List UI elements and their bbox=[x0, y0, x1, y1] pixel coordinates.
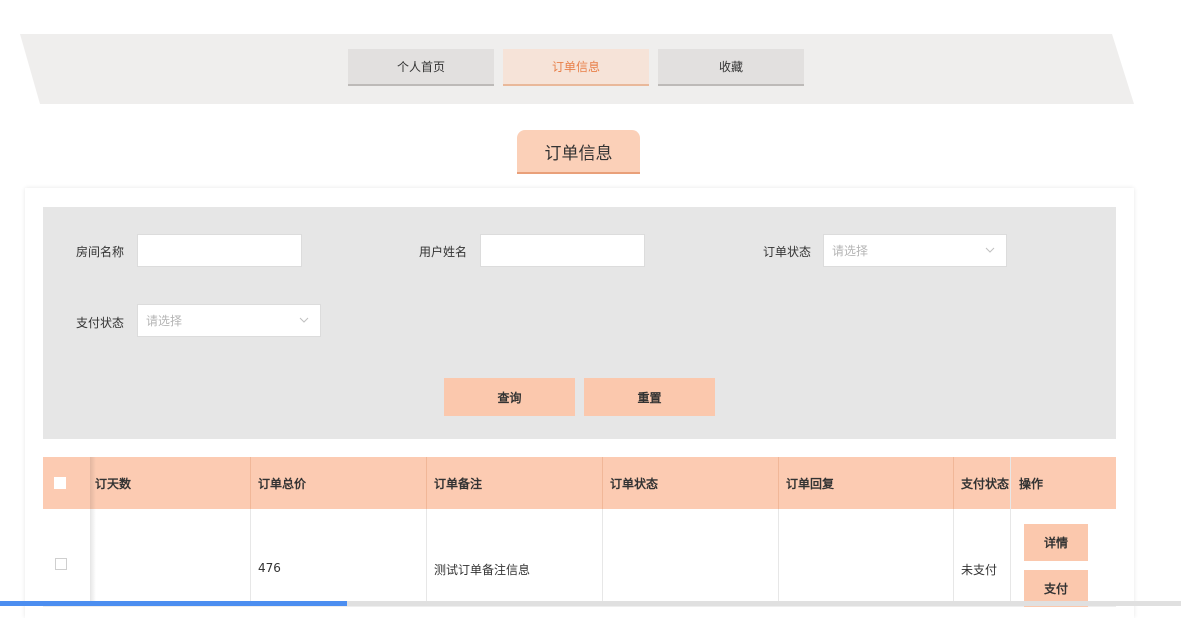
th-status: 订单状态 bbox=[610, 476, 659, 491]
table-header: 订天数 订单总价 订单备注 订单状态 订单回复 支付状态 操作 bbox=[43, 457, 1116, 509]
user-name-input[interactable] bbox=[480, 234, 645, 267]
th-reply: 订单回复 bbox=[786, 476, 835, 491]
nav-favorites-button[interactable]: 收藏 bbox=[658, 49, 804, 86]
cell-total: 476 bbox=[258, 561, 281, 575]
reset-button[interactable]: 重置 bbox=[584, 378, 715, 416]
order-status-label: 订单状态 bbox=[763, 245, 812, 259]
header-divider bbox=[250, 457, 251, 509]
order-status-placeholder: 请选择 bbox=[832, 244, 869, 258]
scrollbar-thumb[interactable] bbox=[0, 601, 347, 606]
chevron-down-icon bbox=[299, 317, 309, 323]
pay-status-select[interactable]: 请选择 bbox=[137, 304, 321, 337]
chevron-down-icon bbox=[985, 247, 995, 253]
fixed-column-shadow bbox=[90, 457, 96, 606]
th-pay-status: 支付状态 bbox=[961, 476, 1010, 491]
user-name-label: 用户姓名 bbox=[419, 245, 468, 259]
query-button[interactable]: 查询 bbox=[444, 378, 575, 416]
header-divider bbox=[602, 457, 603, 509]
header-divider bbox=[426, 457, 427, 509]
column-divider bbox=[1010, 457, 1011, 606]
table-row: 476 测试订单备注信息 未支付 详情 支付 bbox=[43, 509, 1116, 607]
th-actions: 操作 bbox=[1019, 476, 1044, 491]
select-all-checkbox[interactable] bbox=[54, 477, 66, 489]
cell-pay-status: 未支付 bbox=[961, 563, 998, 577]
row-checkbox[interactable] bbox=[55, 558, 67, 570]
horizontal-scrollbar[interactable] bbox=[0, 601, 1181, 606]
nav-home-button[interactable]: 个人首页 bbox=[348, 49, 494, 86]
header-divider bbox=[953, 457, 954, 509]
pay-status-label: 支付状态 bbox=[76, 316, 125, 330]
pay-status-placeholder: 请选择 bbox=[146, 314, 183, 328]
page-title: 订单信息 bbox=[517, 130, 640, 174]
th-total: 订单总价 bbox=[258, 476, 307, 491]
th-remark: 订单备注 bbox=[434, 476, 483, 491]
room-name-input[interactable] bbox=[137, 234, 302, 267]
nav-orders-button[interactable]: 订单信息 bbox=[503, 49, 649, 86]
header-divider bbox=[778, 457, 779, 509]
room-name-label: 房间名称 bbox=[76, 245, 125, 259]
order-status-select[interactable]: 请选择 bbox=[823, 234, 1007, 267]
cell-remark: 测试订单备注信息 bbox=[434, 563, 531, 577]
detail-button[interactable]: 详情 bbox=[1024, 524, 1088, 561]
